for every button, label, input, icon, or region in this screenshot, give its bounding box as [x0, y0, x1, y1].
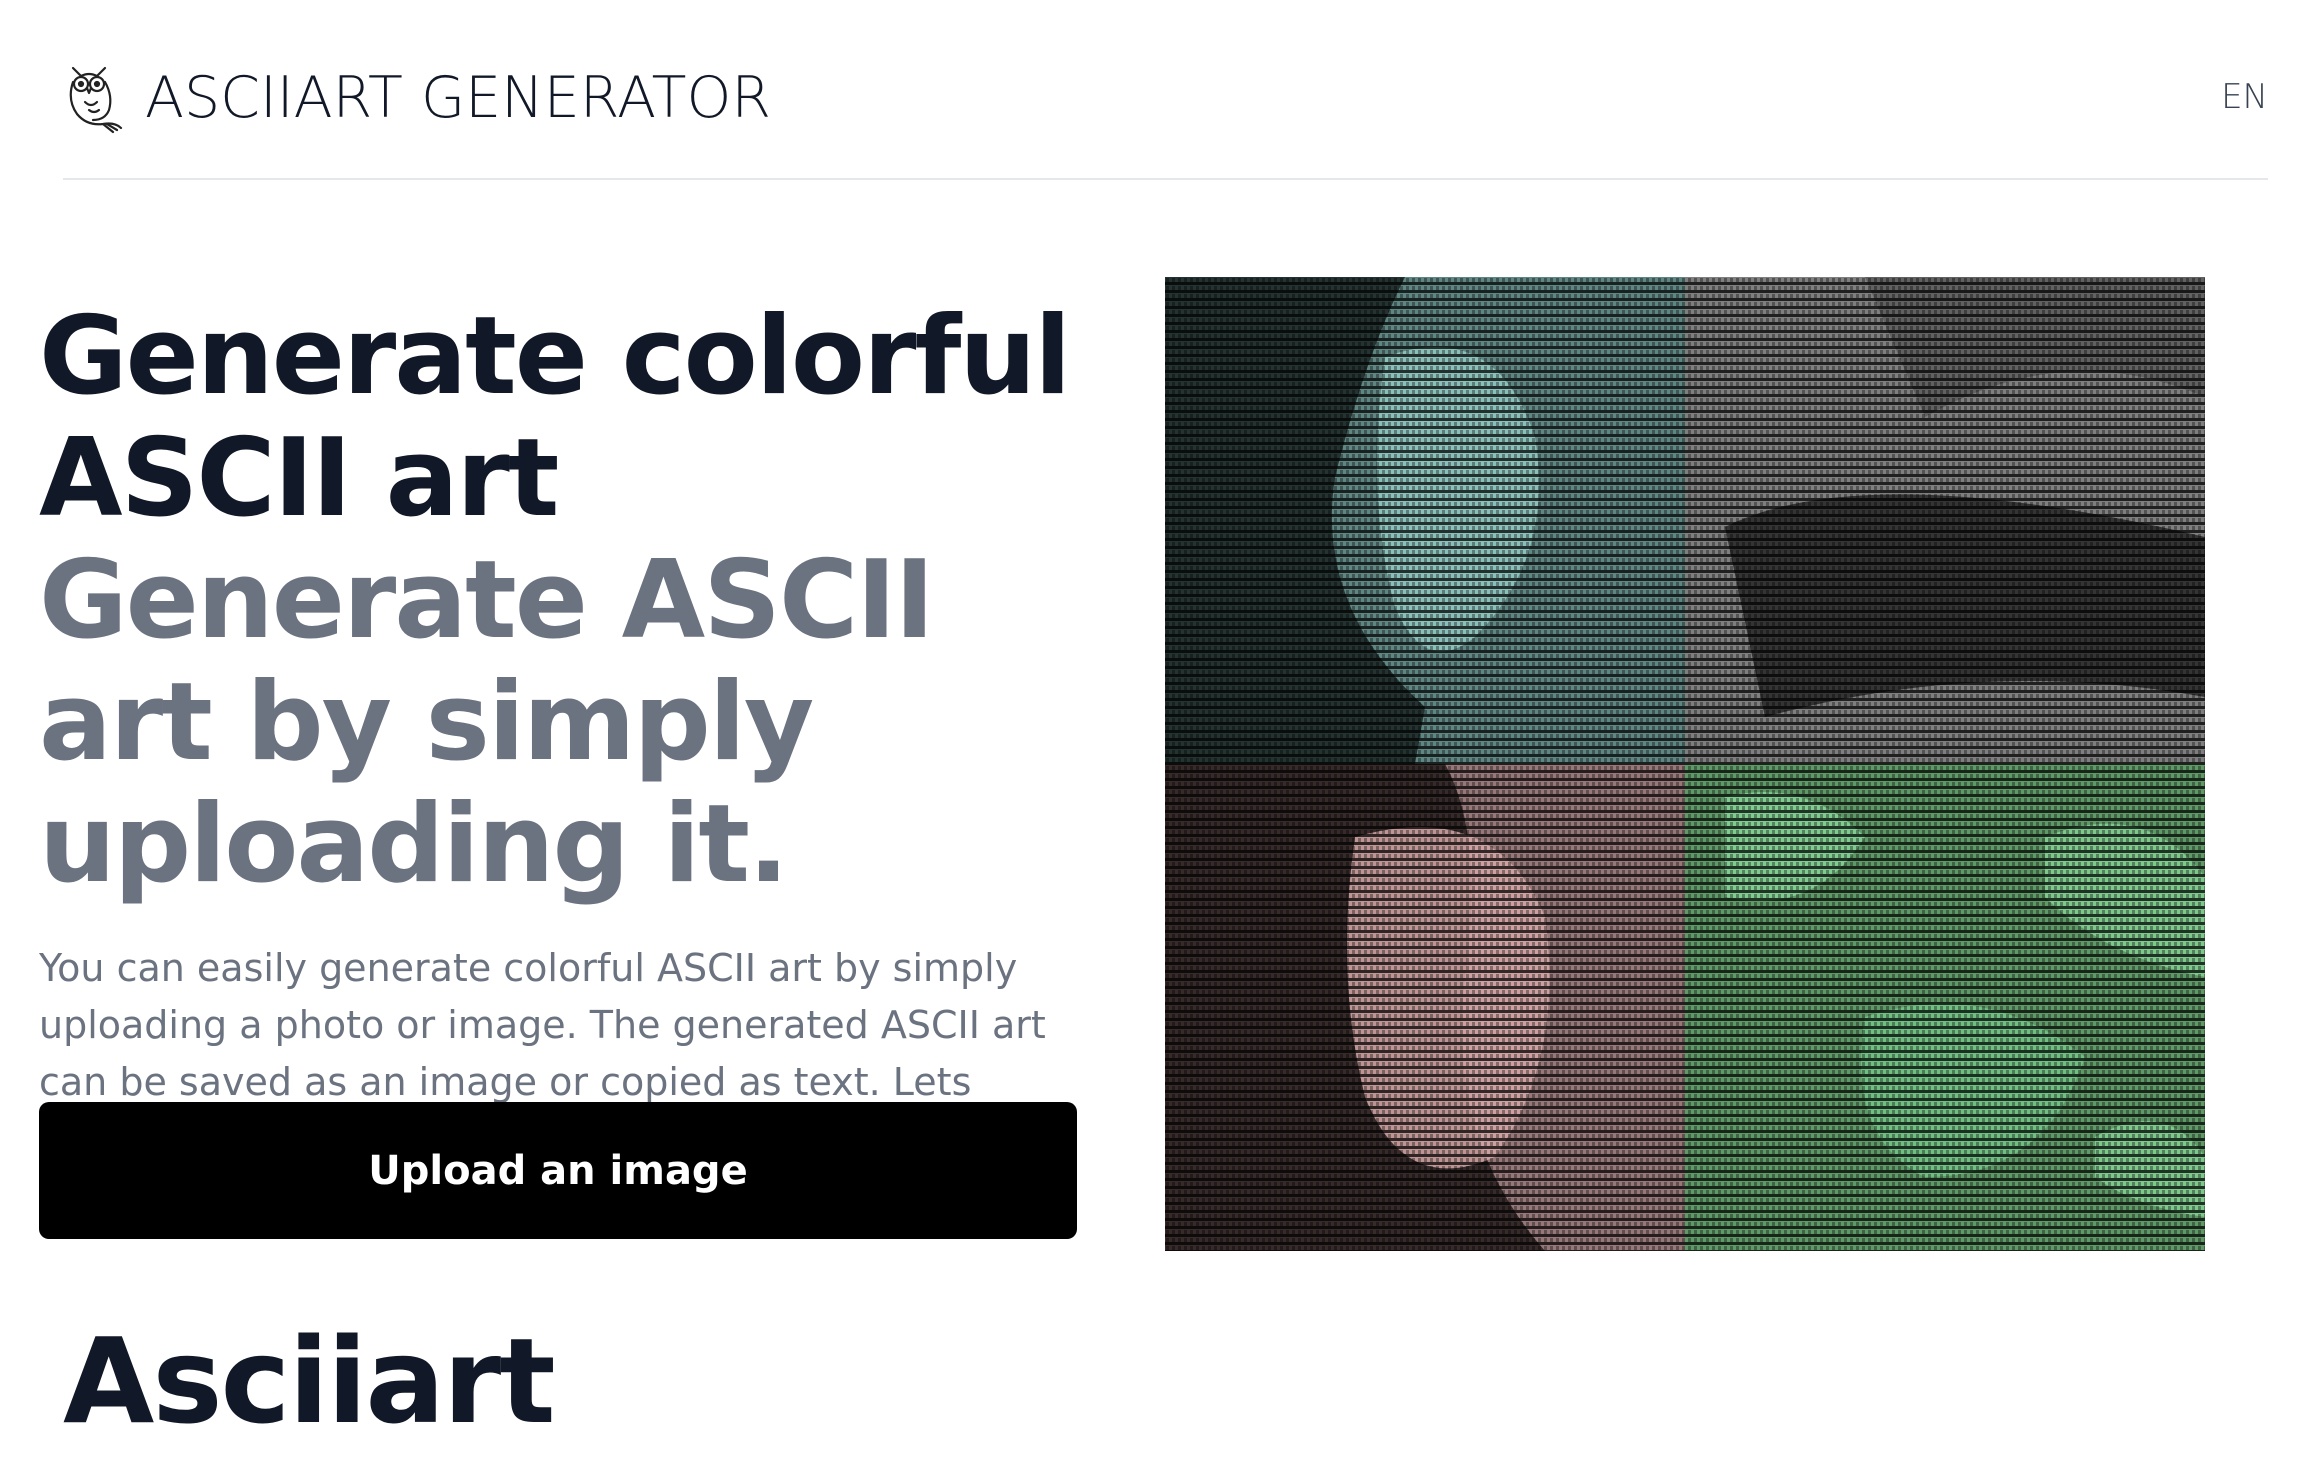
- site-header: ASCIIART GENERATOR EN: [63, 40, 2268, 180]
- brand-logo[interactable]: ASCIIART GENERATOR: [63, 50, 771, 146]
- hero-section: Generate colorful ASCII art Generate ASC…: [39, 296, 1099, 1168]
- language-selector[interactable]: EN: [2221, 80, 2268, 114]
- preview-texture-rows: [1165, 277, 2205, 1251]
- upload-image-button[interactable]: Upload an image: [39, 1102, 1077, 1239]
- ascii-art-preview: [1165, 277, 2205, 1251]
- page: ASCIIART GENERATOR EN Generate colorful …: [0, 0, 2320, 1476]
- headline-secondary: Generate ASCII art by simply uploading i…: [39, 538, 935, 907]
- headline-primary: Generate colorful ASCII art: [39, 294, 1071, 541]
- brand-name: ASCIIART GENERATOR: [145, 64, 771, 131]
- section-title: Asciiart: [63, 1312, 556, 1450]
- ascii-art-image: [1165, 277, 2205, 1251]
- owl-icon: [69, 66, 123, 134]
- hero-headline: Generate colorful ASCII art Generate ASC…: [39, 296, 1099, 906]
